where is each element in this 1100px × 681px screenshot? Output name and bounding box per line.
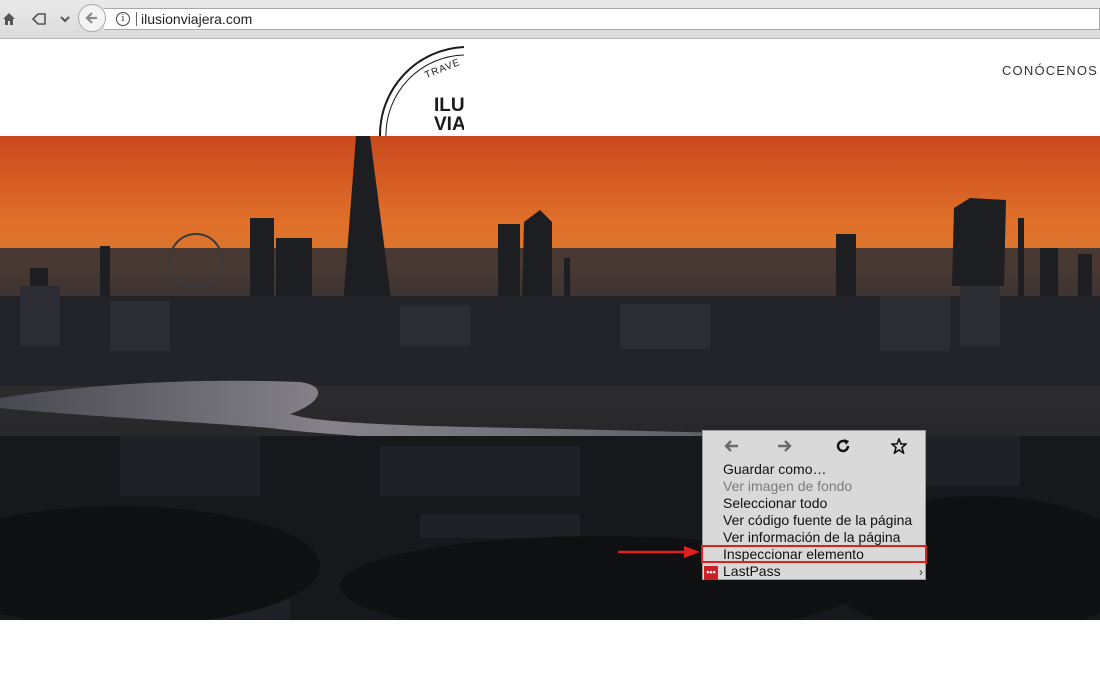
- home-icon[interactable]: [0, 10, 18, 28]
- info-icon[interactable]: i: [116, 12, 130, 26]
- context-menu: Guardar como… Ver imagen de fondo Selecc…: [701, 430, 927, 580]
- chevron-down-icon[interactable]: [58, 10, 72, 28]
- nav-link-conocenos[interactable]: CONÓCENOS: [1002, 63, 1098, 78]
- menu-item-lastpass[interactable]: LastPass: [723, 563, 781, 580]
- site-logo[interactable]: TRAVE ILUS VIAJ: [372, 39, 464, 136]
- logo-arc-text: TRAVE: [423, 57, 462, 81]
- back-button[interactable]: [78, 4, 106, 32]
- back-arrow-icon[interactable]: [721, 436, 741, 456]
- bookmark-tag-icon[interactable]: [30, 10, 48, 28]
- bookmark-star-icon[interactable]: [889, 436, 909, 456]
- menu-item-save-as[interactable]: Guardar como…: [723, 461, 826, 478]
- menu-item-view-page-info[interactable]: Ver información de la página: [723, 529, 900, 546]
- context-menu-nav-row: [703, 431, 925, 461]
- reload-icon[interactable]: [833, 436, 853, 456]
- url-text[interactable]: ilusionviajera.com: [141, 11, 252, 27]
- url-separator: [136, 12, 137, 26]
- menu-item-view-source[interactable]: Ver código fuente de la página: [723, 512, 912, 529]
- forward-arrow-icon[interactable]: [775, 436, 795, 456]
- menu-item-select-all[interactable]: Seleccionar todo: [723, 495, 827, 512]
- annotation-arrow: [618, 546, 700, 558]
- menu-item-view-background-image[interactable]: Ver imagen de fondo: [723, 478, 852, 495]
- chevron-right-icon: ›: [919, 565, 923, 579]
- lastpass-icon: •••: [704, 566, 718, 580]
- logo-line-1: ILUS: [434, 95, 464, 116]
- inspect-element-highlight: [701, 545, 927, 563]
- back-arrow-icon: [85, 12, 97, 24]
- site-header: TRAVE ILUS VIAJ CONÓCENOS: [0, 39, 1100, 136]
- url-bar[interactable]: i ilusionviajera.com: [104, 8, 1100, 30]
- logo-line-2: VIAJ: [434, 114, 464, 135]
- browser-toolbar: i ilusionviajera.com: [0, 0, 1100, 39]
- hero-image: [0, 136, 1100, 620]
